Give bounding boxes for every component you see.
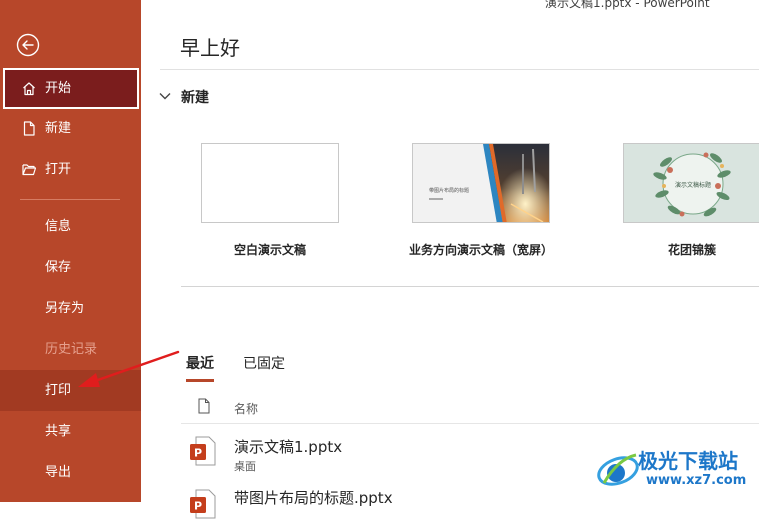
powerpoint-file-icon: P	[190, 436, 216, 466]
section-divider	[181, 286, 759, 287]
svg-text:P: P	[194, 500, 202, 513]
header-divider	[160, 69, 759, 70]
nav-new-label: 新建	[45, 121, 72, 136]
nav-save-as[interactable]: 另存为	[0, 288, 141, 329]
watermark-logo-icon	[597, 453, 639, 486]
template-floral-thumbnail: 演示文稿标题	[623, 143, 759, 223]
template-floral-preview: 演示文稿标题	[624, 144, 759, 222]
folder-open-icon	[22, 164, 36, 176]
nav-save-label: 保存	[45, 260, 72, 275]
watermark-url: www.xz7.com	[646, 473, 747, 488]
template-floral-thumb-text: 演示文稿标题	[675, 181, 711, 189]
column-header-name[interactable]: 名称	[234, 400, 258, 417]
file-name: 演示文稿1.pptx	[234, 438, 343, 456]
nav-print-label: 打印	[45, 383, 72, 398]
file-name: 带图片布局的标题.pptx	[234, 489, 393, 507]
svg-text:P: P	[194, 447, 202, 460]
file-location: 桌面	[234, 460, 256, 473]
back-button[interactable]	[16, 33, 40, 57]
nav-export-label: 导出	[45, 465, 72, 480]
window-title: 演示文稿1.pptx - PowerPoint	[545, 0, 710, 10]
nav-open[interactable]: 打开	[0, 149, 141, 190]
nav-new[interactable]: 新建	[0, 108, 141, 149]
template-floral-label: 花团锦簇	[667, 243, 717, 257]
greeting-title: 早上好	[180, 36, 240, 60]
new-section-title: 新建	[181, 90, 209, 106]
home-icon	[23, 82, 35, 96]
template-blank-label: 空白演示文稿	[233, 243, 307, 257]
nav-open-label: 打开	[45, 162, 72, 177]
nav-export[interactable]: 导出	[0, 452, 141, 493]
arrow-left-circle-icon	[16, 33, 40, 57]
nav-home[interactable]: 开始	[3, 68, 139, 109]
list-header-divider	[181, 423, 759, 424]
nav-share-label: 共享	[45, 424, 72, 439]
nav-info-label: 信息	[45, 219, 72, 234]
nav-info[interactable]: 信息	[0, 206, 141, 247]
backstage-sidebar: 开始 新建 打开 信息 保存 另存为 历史记录 打印 共享 导出	[0, 0, 141, 502]
nav-save-as-label: 另存为	[45, 301, 85, 316]
chevron-down-icon[interactable]	[158, 90, 172, 102]
template-business-thumbnail: 带图片布局的标题	[412, 143, 550, 223]
nav-print[interactable]: 打印	[0, 370, 141, 411]
nav-history: 历史记录	[0, 329, 141, 370]
document-icon	[198, 398, 210, 414]
nav-home-label: 开始	[45, 81, 72, 96]
template-business-thumb-text: 带图片布局的标题	[429, 187, 469, 194]
nav-save[interactable]: 保存	[0, 247, 141, 288]
watermark: 极光下载站 www.xz7.com	[594, 443, 759, 502]
watermark-text: 极光下载站	[638, 449, 738, 473]
tab-recent[interactable]: 最近	[186, 353, 214, 382]
sidebar-divider	[20, 199, 120, 200]
new-document-icon	[23, 121, 35, 136]
tab-pinned[interactable]: 已固定	[243, 353, 285, 379]
template-business-preview: 带图片布局的标题	[413, 144, 549, 222]
template-business-label: 业务方向演示文稿（宽屏）	[408, 243, 554, 257]
powerpoint-file-icon: P	[190, 489, 216, 519]
nav-share[interactable]: 共享	[0, 411, 141, 452]
template-blank-thumbnail	[201, 143, 339, 223]
nav-history-label: 历史记录	[45, 342, 98, 357]
